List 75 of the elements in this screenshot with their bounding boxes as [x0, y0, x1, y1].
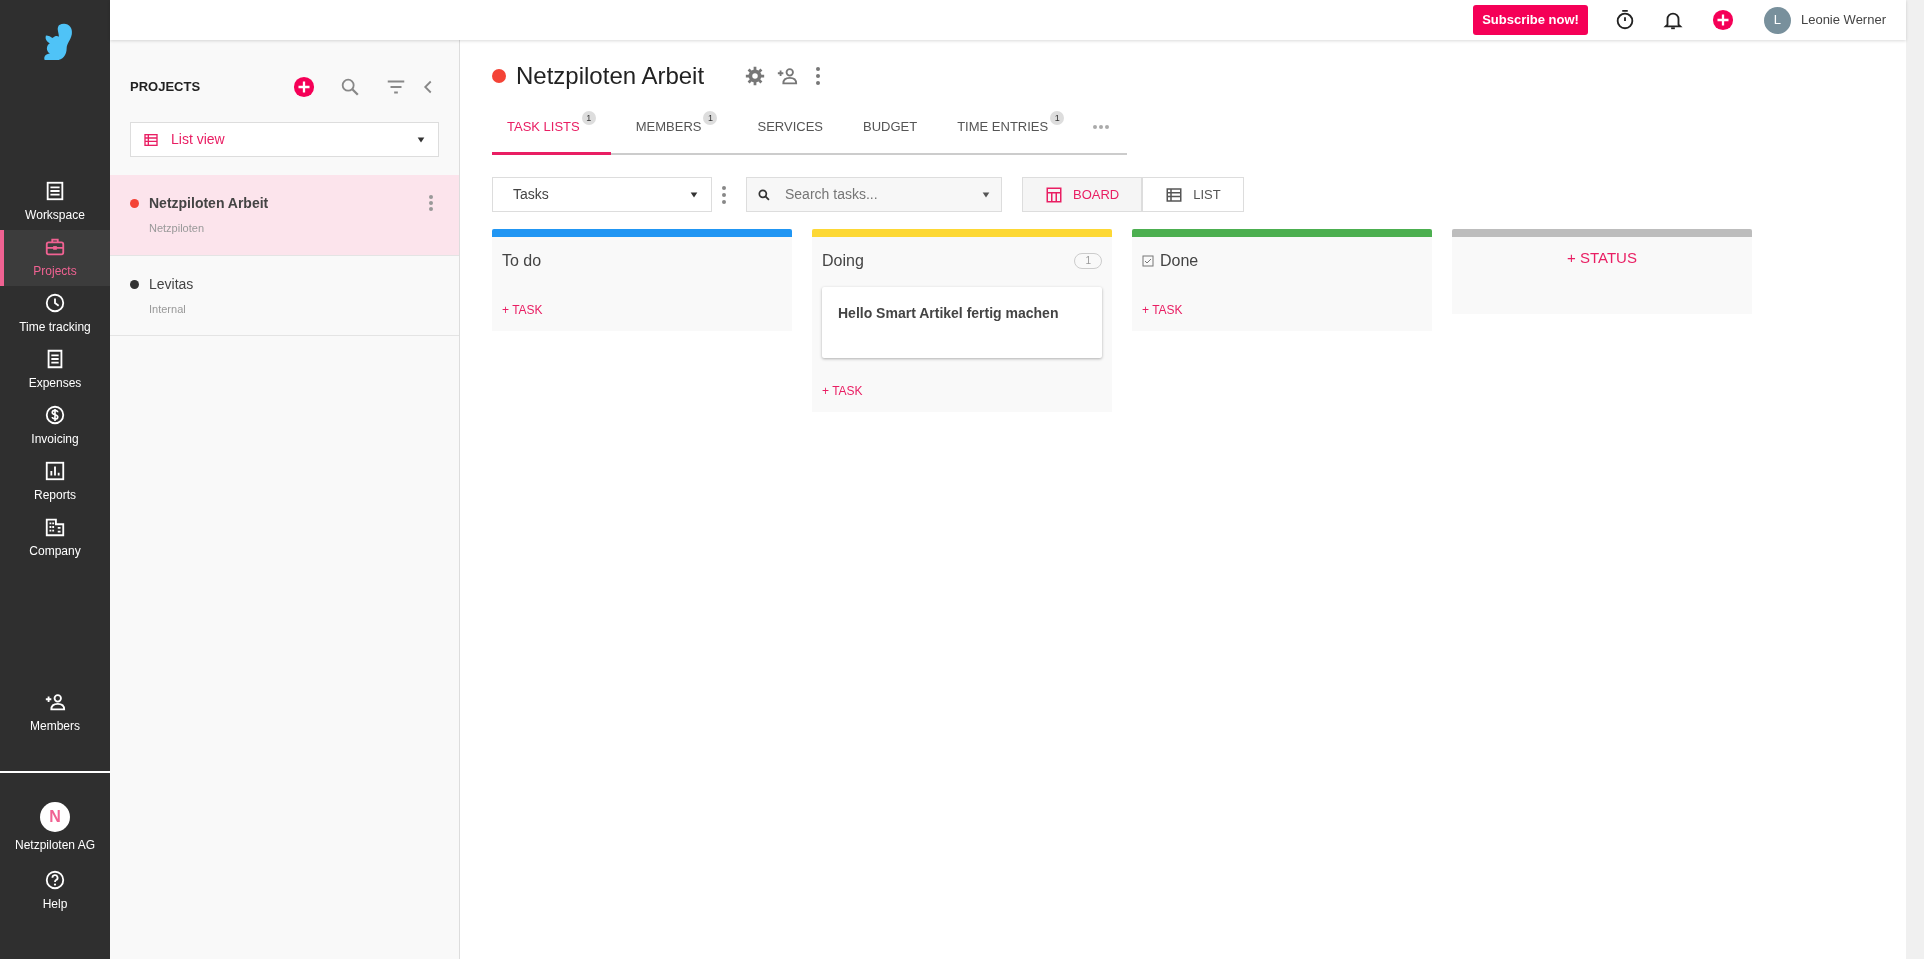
add-status-button[interactable]: + STATUS — [1567, 247, 1637, 270]
column-title: Done — [1160, 251, 1200, 272]
tab[interactable]: BUDGET — [848, 102, 933, 156]
nav-item[interactable]: Help — [0, 863, 110, 919]
tab[interactable]: TASK LISTS 1 — [492, 102, 611, 156]
task-list-value: Tasks — [513, 185, 550, 205]
search-icon — [339, 76, 361, 98]
project-name: Levitas — [149, 274, 195, 294]
view-toggle-button[interactable]: BOARD — [1022, 177, 1143, 213]
panel-title: PROJECTS — [130, 78, 202, 97]
nav-item[interactable]: Invoicing — [0, 398, 110, 454]
subscribe-button[interactable]: Subscribe now! — [1473, 5, 1588, 35]
client-name: Netzpiloten — [149, 221, 206, 236]
nav-item[interactable]: Time tracking — [0, 286, 110, 342]
add-button[interactable] — [1711, 9, 1734, 31]
count-badge: 1 — [703, 110, 718, 125]
tab[interactable]: TIME ENTRIES 1 — [942, 102, 1080, 156]
nav-item[interactable]: Members — [0, 685, 110, 741]
nav-item[interactable]: Workspace — [0, 174, 110, 230]
clock-icon — [44, 292, 66, 314]
search-input[interactable]: Search tasks... — [783, 183, 969, 207]
gear-icon — [744, 65, 767, 88]
list-box-icon — [44, 180, 66, 202]
settings-button[interactable] — [744, 65, 767, 88]
user-name-link[interactable]: Leonie Werner — [1800, 10, 1886, 30]
board-icon — [1045, 185, 1063, 204]
help-icon — [44, 869, 66, 891]
search-button[interactable] — [339, 76, 361, 98]
organization-avatar: N — [40, 802, 70, 832]
more-tabs-button[interactable] — [1093, 125, 1110, 130]
organization-item[interactable]: N Netzpiloten AG — [0, 793, 110, 863]
scrollbar[interactable] — [1906, 0, 1924, 959]
column-title: Doing — [822, 251, 865, 272]
view-toggle-button[interactable]: LIST — [1142, 177, 1244, 213]
count-badge: 1 — [581, 110, 596, 125]
search-field[interactable]: Search tasks... — [746, 177, 1002, 213]
bar-chart-icon — [44, 460, 66, 482]
more-vertical-icon — [722, 185, 726, 204]
view-select[interactable]: List view — [130, 122, 439, 157]
project-item[interactable]: Levitas Internal — [110, 255, 459, 336]
checkbox-icon — [1142, 255, 1154, 268]
list-icon — [143, 131, 159, 148]
search-icon — [757, 187, 771, 202]
briefcase-icon — [44, 236, 66, 258]
task-list-select[interactable]: Tasks — [492, 177, 712, 213]
plus-circle-icon — [293, 76, 315, 98]
tab[interactable]: MEMBERS 1 — [620, 102, 733, 156]
plus-circle-icon — [1711, 9, 1734, 31]
organization-name: Netzpiloten AG — [14, 837, 95, 854]
add-person-icon — [44, 691, 66, 713]
column-title: To do — [502, 251, 543, 272]
task-card[interactable]: Hello Smart Artikel fertig machen — [822, 287, 1102, 359]
add-task-button[interactable]: + TASK — [822, 382, 863, 401]
add-task-button[interactable]: + TASK — [1142, 301, 1183, 320]
add-project-button[interactable] — [293, 76, 315, 98]
more-button[interactable] — [816, 67, 821, 86]
count-badge: 1 — [1050, 110, 1065, 125]
nav-item[interactable]: Company — [0, 510, 110, 566]
nav-item[interactable]: Projects — [0, 230, 110, 286]
add-task-button[interactable]: + TASK — [502, 301, 543, 320]
client-name: Internal — [149, 301, 187, 317]
project-title: Netzpiloten Arbeit — [516, 62, 705, 91]
tab[interactable]: SERVICES — [742, 102, 838, 156]
more-vertical-icon — [816, 67, 821, 86]
task-list-menu-button[interactable] — [722, 185, 726, 204]
building-icon — [44, 516, 66, 538]
dollar-circle-icon — [44, 404, 66, 426]
view-select-value: List view — [171, 130, 226, 149]
more-horizontal-icon — [1093, 125, 1110, 130]
nav-item[interactable]: Reports — [0, 454, 110, 510]
list-icon — [1165, 185, 1184, 204]
project-name: Netzpiloten Arbeit — [149, 194, 270, 213]
user-avatar: L — [1763, 6, 1791, 34]
project-item[interactable]: Netzpiloten Arbeit Netzpiloten — [110, 175, 459, 256]
nav-item[interactable]: Expenses — [0, 342, 110, 398]
